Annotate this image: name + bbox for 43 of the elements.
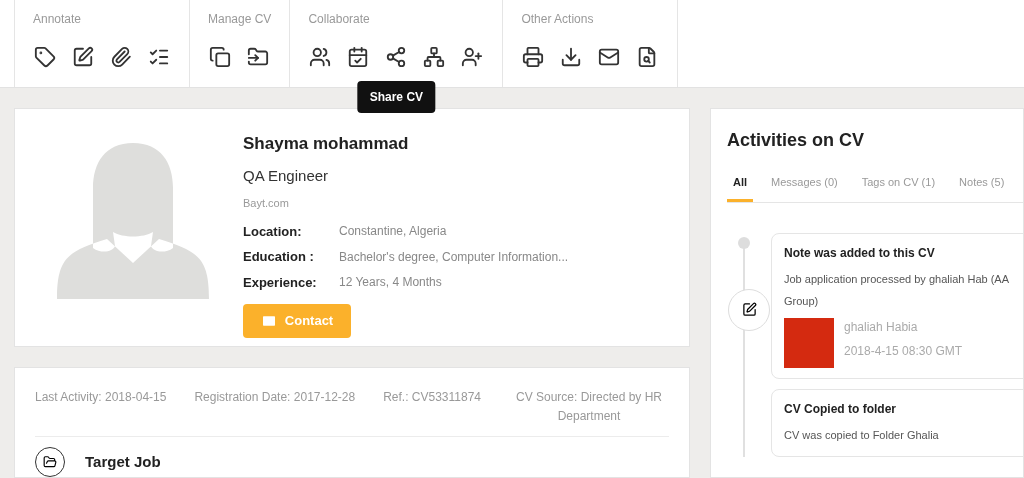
section-title: Target Job — [85, 451, 161, 472]
activity-tab[interactable]: Notes (5) — [953, 174, 1011, 202]
envelope-icon — [260, 313, 277, 329]
activity-tab[interactable]: All — [727, 174, 754, 202]
meta-text: CV Source: Directed by HR Department — [514, 389, 664, 425]
source-text: Bayt.com — [243, 196, 290, 211]
detail-label: Education : — [243, 248, 315, 266]
activity-text: Job application processed by ghaliah Hab (AA Group) — [784, 271, 1010, 309]
paperclip-icon[interactable] — [109, 45, 133, 69]
network-icon[interactable] — [422, 45, 447, 69]
group-label: Collaborate — [308, 11, 371, 28]
panel-title: Activities on CV — [727, 129, 866, 152]
copy-icon[interactable] — [208, 45, 232, 69]
meta-text: Ref.: CV53311874 — [383, 389, 481, 406]
contact-button[interactable]: Contact — [243, 304, 351, 338]
tooltip: Share CV — [357, 81, 436, 113]
activity-date: 2018-4-15 08:30 GMT — [844, 342, 963, 360]
activity-tab[interactable]: Messages (0) — [765, 174, 844, 202]
activity-title: Note was added to this CV — [784, 244, 936, 262]
photo-placeholder — [784, 317, 834, 368]
job-title: QA Engineer — [243, 165, 330, 186]
meta-text: Registration Date: 2017-12-28 — [194, 389, 356, 406]
note-icon — [728, 288, 770, 331]
detail-label: Location: — [243, 222, 303, 241]
detail-value: 12 Years, 4 Months — [339, 274, 442, 292]
edit-icon[interactable] — [71, 45, 95, 69]
avatar-silhouette-icon — [57, 143, 209, 299]
tag-icon[interactable] — [33, 45, 57, 69]
author-name: ghaliah Habia — [844, 318, 919, 336]
activity-title: CV Copied to folder — [784, 400, 897, 418]
people-icon[interactable] — [308, 45, 333, 69]
people-add-icon[interactable] — [460, 45, 485, 69]
detail-label: Experience: — [243, 273, 318, 292]
activity-text: CV was copied to Folder Ghalia — [784, 427, 940, 443]
meta-text: Last Activity: 2018-04-15 — [35, 389, 167, 406]
activity-tab[interactable]: Tags on CV (1) — [855, 174, 942, 202]
print-icon[interactable] — [521, 45, 546, 69]
detail-value: Constantine, Algeria — [339, 223, 447, 241]
group-label: Annotate — [33, 11, 83, 28]
group-label: Manage CV — [208, 11, 272, 28]
group-label: Other Actions — [521, 11, 595, 28]
detail-value: Bachelor's degree, Computer Information... — [339, 248, 569, 266]
candidate-name: Shayma mohammad — [243, 133, 410, 155]
